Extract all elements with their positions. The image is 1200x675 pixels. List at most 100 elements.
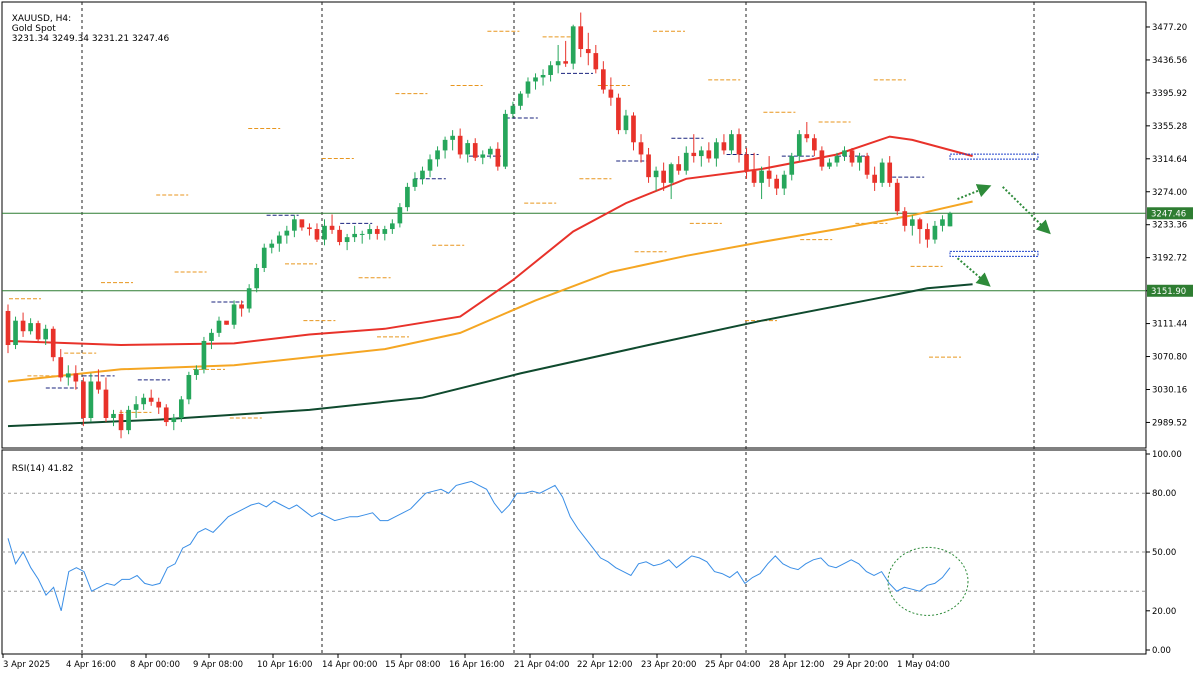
candle (472, 138, 478, 161)
candle (789, 152, 795, 181)
symbol-label: XAUUSD, H4: (11, 14, 72, 24)
candle-body (676, 164, 682, 171)
ma-mid-line (7, 200, 973, 383)
candle-body (495, 148, 501, 167)
candle-body (322, 225, 327, 240)
candle-body (314, 229, 320, 240)
price-tick-label: 3274.00 (1152, 188, 1187, 198)
price-tick-label: 3477.20 (1152, 23, 1187, 33)
candle (88, 373, 94, 423)
candle (947, 211, 953, 227)
candle-body (661, 170, 666, 183)
candle-body (789, 156, 795, 175)
candle-body (201, 340, 207, 370)
candle (721, 134, 727, 155)
candle-body (103, 389, 109, 418)
candle (774, 174, 780, 195)
candle-body (186, 375, 192, 400)
price-tick-label: 3030.16 (1152, 385, 1187, 395)
price-tick-label: 3436.56 (1152, 56, 1187, 66)
candle (156, 397, 162, 414)
candle-body (503, 113, 508, 167)
candle-body (518, 93, 523, 106)
candle-body (171, 417, 177, 423)
time-tick-label: 8 Apr 00:00 (130, 660, 180, 670)
candle-body (781, 174, 787, 189)
candle (932, 220, 938, 244)
rsi-label: RSI(14) 41.82 (11, 464, 74, 474)
candle-body (442, 139, 448, 151)
candle (352, 225, 357, 243)
candle (435, 146, 440, 167)
candle (480, 150, 486, 165)
candle (683, 146, 689, 175)
candle-body (178, 399, 184, 418)
candle-body (96, 381, 101, 390)
candle-body (879, 162, 885, 183)
candle-body (902, 211, 908, 226)
candle-body (65, 373, 71, 378)
candle-body (450, 135, 455, 140)
candle (849, 147, 855, 167)
candle-body (58, 357, 64, 378)
candle (585, 32, 591, 66)
candle (570, 24, 576, 70)
price-tick-label: 2989.52 (1152, 418, 1187, 428)
candle-body (774, 178, 780, 189)
candle-body (435, 150, 440, 160)
candle (766, 156, 772, 187)
candle-body (465, 143, 471, 155)
candle (201, 336, 207, 374)
candle-body (804, 134, 810, 139)
candle-body (691, 152, 697, 157)
candle-body (231, 304, 237, 325)
candle (736, 128, 742, 163)
price-tick-label: 3395.92 (1152, 89, 1187, 99)
candle-body (751, 170, 757, 183)
candle (246, 284, 252, 313)
candle-body (744, 154, 749, 171)
candle (487, 146, 493, 159)
candle-body (81, 381, 86, 418)
candle (261, 243, 267, 273)
candle-body (156, 401, 162, 408)
price-tick-label: 3314.64 (1152, 155, 1187, 165)
candle-body (608, 89, 614, 98)
candle-body (570, 26, 576, 64)
candle-body (5, 310, 11, 346)
candle-body (352, 233, 357, 238)
candle-body (849, 150, 855, 163)
candle (925, 223, 930, 248)
candle-body (13, 320, 18, 346)
candle-body (427, 159, 433, 171)
candle-body (284, 230, 290, 236)
rsi-highlight-circle (887, 546, 969, 616)
candle (103, 377, 109, 423)
candle (420, 166, 425, 185)
candle (314, 223, 320, 243)
candle (405, 182, 410, 212)
candle (608, 77, 614, 106)
candle (269, 239, 275, 254)
candle (872, 166, 877, 191)
candle (118, 409, 124, 439)
candle-body (292, 219, 297, 231)
candle (540, 69, 546, 86)
candle (759, 166, 764, 200)
time-tick-label: 15 Apr 08:00 (385, 660, 440, 670)
price-tick-label: 3355.28 (1152, 122, 1187, 132)
candle (337, 225, 342, 246)
support-price-label: 3151.90 (1151, 287, 1186, 297)
candle (5, 304, 11, 354)
candle-body (834, 156, 840, 163)
candle-body (593, 53, 599, 70)
candle (299, 219, 305, 231)
candle (209, 328, 214, 350)
candle (65, 365, 71, 386)
candle-body (842, 150, 847, 157)
rsi-tick-label: 50.00 (1152, 548, 1176, 558)
rsi-tick-label: 100.00 (1152, 450, 1182, 460)
projection-arrow (956, 257, 991, 287)
candle (698, 146, 704, 167)
candle-body (940, 219, 945, 226)
